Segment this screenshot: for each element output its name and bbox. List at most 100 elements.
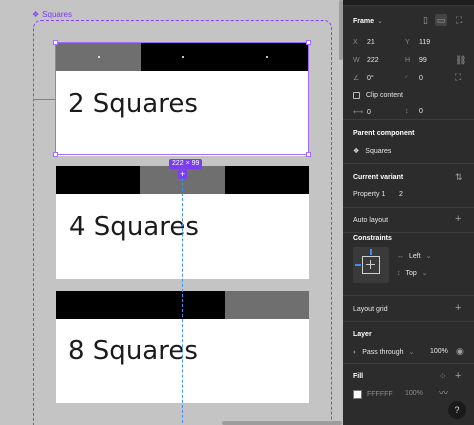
x-field[interactable]: X 21 [353,39,375,46]
fill-hex-value: FFFFFF [367,391,393,398]
square-segment [56,291,140,319]
resize-handle[interactable] [306,40,311,45]
eye-icon[interactable]: ◉ [456,347,464,356]
auto-layout-title: Auto layout [353,217,389,224]
landscape-orientation-icon[interactable]: ▭ [435,14,447,26]
horizontal-arrows-icon: ↔ [397,252,404,260]
segment-dot [266,56,268,58]
rotation-field[interactable]: ∠ 0° [353,74,374,83]
variant-title: 8 Squares [68,336,198,366]
swap-variant-icon[interactable]: ⇅ [455,173,463,182]
square-segment [56,43,141,71]
resize-handle[interactable] [306,152,311,157]
variant-title: 2 Squares [68,89,198,119]
stroke-field-a[interactable]: ⟷ 0 [353,108,371,117]
add-layout-grid-icon[interactable]: + [455,303,461,314]
spacing-guide-horizontal [33,99,55,100]
w-label: W [353,57,360,64]
constraint-cross [370,260,371,269]
auto-layout-section: Auto layout + [343,208,474,233]
clip-content-toggle[interactable]: Clip content [353,92,403,99]
resize-to-fit-icon[interactable]: ⛶ [456,16,462,25]
chevron-down-icon: ⌄ [408,349,415,356]
independent-corners-icon[interactable]: ⛶ [455,73,461,82]
corner-radius-icon: ◜ [405,75,408,82]
resize-handle[interactable] [53,40,58,45]
component-set-name: Squares [42,10,72,19]
y-field[interactable]: Y 119 [405,39,430,46]
resize-handle[interactable] [53,152,58,157]
vertical-constraint-select[interactable]: ↕ Top ⌄ [397,269,428,278]
horizontal-constraint-select[interactable]: ↔ Left ⌄ [397,252,432,261]
fill-color-swatch[interactable] [353,390,362,399]
component-icon: ❖ [353,148,360,155]
y-value: 119 [419,39,431,46]
component-set-label[interactable]: ❖ Squares [32,10,72,19]
h-label: H [405,57,411,64]
segment-dot [182,56,184,58]
constraints-section: Constraints ↔ Left ⌄ ↕ Top ⌄ [343,233,474,296]
vertical-resize-icon: ↕ [405,108,409,115]
constrain-proportions-icon[interactable]: ⛓ [455,56,466,65]
portrait-orientation-icon[interactable]: ▯ [423,16,428,25]
height-field[interactable]: H 99 [405,57,427,64]
layer-opacity-field[interactable]: 100% [430,348,448,355]
horizontal-resize-icon: ⟷ [353,109,364,116]
vertical-constraint-value: Top [405,269,417,277]
square-segment [225,43,309,71]
chevron-down-icon: ⌄ [377,18,383,25]
square-segment [141,43,225,71]
constraints-widget[interactable] [353,247,389,283]
blend-mode-select[interactable]: ◐ Pass through ⌄ [353,348,415,357]
rotation-icon: ∠ [353,75,360,82]
top-constraint-marker[interactable] [370,249,372,255]
y-label: Y [405,39,410,46]
fill-title: Fill [353,373,364,380]
fill-opacity-field[interactable]: 100% [405,390,423,397]
corner-radius-field[interactable]: ◜ 0 [405,74,423,83]
stroke-field-b[interactable]: ↕ 0 [405,108,423,115]
spacing-guide-vertical [182,178,183,425]
width-field[interactable]: W 222 [353,57,379,64]
property-label: Property 1 [353,191,386,198]
variant-title: 4 Squares [69,212,199,242]
clip-content-checkbox[interactable] [353,92,360,99]
constraints-title: Constraints [353,235,392,242]
squares-bar [56,43,309,71]
square-segment [225,291,309,319]
component-icon: ❖ [32,10,40,19]
property-value-select[interactable]: 2 [399,191,403,198]
parent-component-title: Parent component [353,130,415,137]
layout-grid-title: Layout grid [353,306,388,313]
w-value: 222 [367,57,379,64]
selection-size-badge: 222 × 99 [169,159,203,169]
stroke-b-value: 0 [419,108,423,115]
add-fill-icon[interactable]: + [455,371,461,382]
frame-section: Frame ⌄ ▯ ▭ ⛶ X 21 Y 119 W 222 H 99 ⛓ ∠ … [343,6,474,120]
chevron-down-icon: ⌄ [421,270,428,277]
current-variant-section: Current variant ⇅ Property 1 2 [343,164,474,208]
layout-grid-section: Layout grid + [343,296,474,322]
vertical-arrows-icon: ↕ [397,269,401,277]
add-auto-layout-icon[interactable]: + [455,214,461,225]
clip-content-label: Clip content [366,92,403,99]
parent-component-link[interactable]: ❖ Squares [353,147,391,156]
rotation-value: 0° [367,74,374,82]
variant-2-squares[interactable]: 2 Squares [56,43,309,156]
frame-dropdown[interactable]: Frame ⌄ [353,17,383,26]
h-value: 99 [419,57,427,64]
left-constraint-marker[interactable] [355,264,361,266]
x-label: X [353,39,358,46]
fill-color-field[interactable]: FFFFFF [353,390,393,399]
help-button[interactable]: ? [448,401,466,419]
parent-component-section: Parent component ❖ Squares [343,120,474,164]
canvas-scrollbar-horizontal[interactable] [222,421,342,425]
layer-section: Layer ◐ Pass through ⌄ 100% ◉ [343,322,474,364]
design-canvas[interactable]: ❖ Squares 2 Squares 4 Squares 8 Squares … [0,0,343,425]
constraints-frame [362,256,380,274]
current-variant-title: Current variant [353,174,404,181]
horizontal-constraint-value: Left [409,252,421,260]
fill-visibility-icon[interactable]: 〰 [439,389,448,398]
chevron-down-icon: ⌄ [425,253,432,260]
styles-grid-icon[interactable]: ⁘ [439,372,447,381]
